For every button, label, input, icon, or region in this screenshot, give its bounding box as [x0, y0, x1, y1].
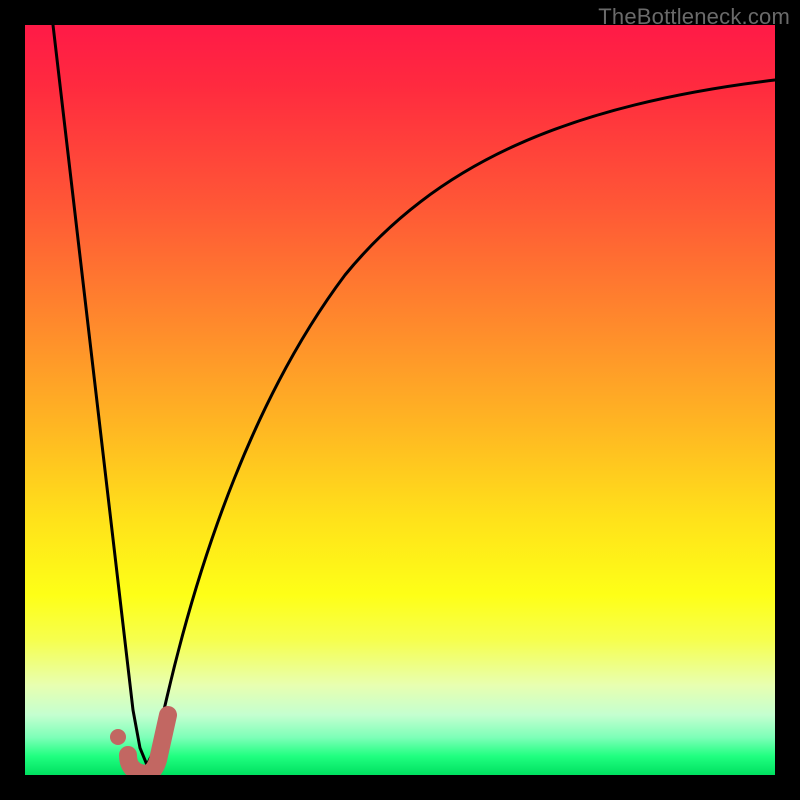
optimal-dot-icon — [110, 729, 126, 745]
chart-frame: TheBottleneck.com — [0, 0, 800, 800]
optimal-marker-icon — [128, 715, 168, 774]
watermark-text: TheBottleneck.com — [598, 4, 790, 30]
plot-area — [25, 25, 775, 775]
bottleneck-curve — [53, 25, 775, 765]
chart-svg — [25, 25, 775, 775]
